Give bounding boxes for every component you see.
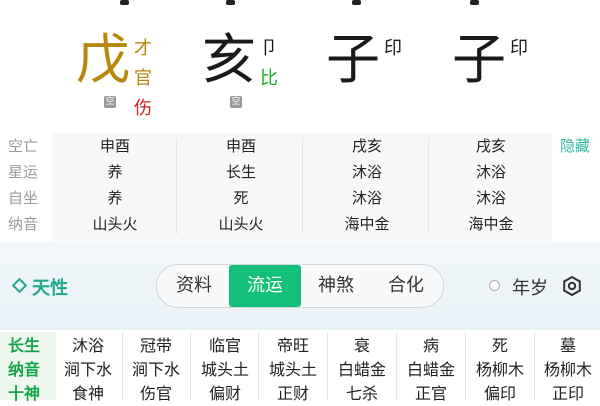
cut-off-char xyxy=(352,0,361,5)
pillar-day[interactable]: 子 印 xyxy=(326,28,446,126)
grid-cell: 临官 xyxy=(208,336,241,355)
info-label-nayin: 纳音 xyxy=(8,215,39,233)
grid-cell: 正官 xyxy=(414,384,447,403)
info-cell: 沐浴 xyxy=(351,189,382,207)
info-cell: 申酉 xyxy=(99,137,130,155)
info-cell: 戌亥 xyxy=(351,137,382,155)
grid-cell: 沐浴 xyxy=(71,336,104,355)
row-label-changsheng: 长生 xyxy=(8,336,41,355)
grid-cell: 衰 xyxy=(353,336,370,355)
column-divider xyxy=(176,138,177,234)
pillar-stem: 戊 xyxy=(76,28,130,91)
grid-cell: 杨柳木 xyxy=(475,360,524,379)
info-cell: 沐浴 xyxy=(351,163,382,181)
grid-cell: 帝旺 xyxy=(276,336,309,355)
info-cell: 海中金 xyxy=(468,215,514,233)
column-divider xyxy=(302,138,303,234)
cut-off-char xyxy=(226,0,235,5)
column-divider xyxy=(428,138,429,234)
pillar-god: 印 xyxy=(510,38,528,59)
info-cell: 养 xyxy=(107,189,123,207)
info-cell: 戌亥 xyxy=(475,137,506,155)
grid-cell: 七杀 xyxy=(345,384,378,403)
kong-badge: 空 xyxy=(104,96,116,108)
pillar-god: 才 xyxy=(134,38,152,59)
tab-liuyun[interactable]: 流运 xyxy=(229,265,301,307)
pillar-year[interactable]: 戊 才 官 空 伤 xyxy=(76,28,196,126)
grid-cell: 白蜡金 xyxy=(406,360,455,379)
grid-cell: 涧下水 xyxy=(63,360,112,379)
row-label-shishen: 十神 xyxy=(8,384,41,403)
pillar-stem: 亥 xyxy=(202,28,256,91)
pillar-month[interactable]: 亥 卩 比 空 xyxy=(202,28,322,126)
info-cell: 长生 xyxy=(225,163,256,181)
tianxing-link[interactable]: 天性 xyxy=(12,274,68,300)
info-cell: 沐浴 xyxy=(475,189,506,207)
info-label-xingyun: 星运 xyxy=(8,163,39,181)
grid-cell: 偏财 xyxy=(208,384,241,403)
grid-cell: 食神 xyxy=(71,384,104,403)
info-cell: 申酉 xyxy=(225,137,256,155)
grid-cell: 伤官 xyxy=(139,384,172,403)
pillar-hidden-god: 伤 xyxy=(134,98,152,119)
year-radio[interactable] xyxy=(489,280,500,291)
grid-cell: 正财 xyxy=(276,384,309,403)
grid-cell: 墓 xyxy=(559,336,576,355)
pillar-stem: 子 xyxy=(326,28,380,91)
info-cell: 养 xyxy=(107,163,123,181)
pillar-god: 印 xyxy=(384,38,402,59)
cut-off-char xyxy=(470,0,479,5)
tab-ziliao[interactable]: 资料 xyxy=(161,265,227,307)
grid-cell: 杨柳木 xyxy=(543,360,592,379)
info-label-kongwang: 空亡 xyxy=(8,137,39,155)
grid-cell: 冠带 xyxy=(139,336,172,355)
tab-shensha[interactable]: 神煞 xyxy=(303,265,369,307)
grid-cell: 正印 xyxy=(551,384,584,403)
grid-cell: 城头土 xyxy=(268,360,317,379)
grid-cell: 偏印 xyxy=(483,384,516,403)
pillar-hour[interactable]: 子 印 xyxy=(452,28,572,126)
settings-icon[interactable] xyxy=(562,276,582,296)
pillar-god: 卩 xyxy=(260,38,278,59)
grid-cell: 白蜡金 xyxy=(337,360,386,379)
cut-off-char xyxy=(120,0,129,5)
kong-badge: 空 xyxy=(230,96,242,108)
info-label-zizuo: 自坐 xyxy=(8,189,39,207)
info-cell: 沐浴 xyxy=(475,163,506,181)
segmented-tabs: 资料 流运 神煞 合化 xyxy=(156,264,444,308)
grid-cell: 死 xyxy=(491,336,508,355)
grid-cell: 城头土 xyxy=(200,360,249,379)
pillar-stem: 子 xyxy=(452,28,506,91)
pillar-god: 官 xyxy=(134,68,152,89)
grid-cell: 涧下水 xyxy=(131,360,180,379)
hide-link[interactable]: 隐藏 xyxy=(560,135,590,156)
info-cell: 山头火 xyxy=(92,215,138,233)
pillar-hidden-god: 比 xyxy=(260,68,278,89)
tab-hehua[interactable]: 合化 xyxy=(373,265,439,307)
row-label-nayin: 纳音 xyxy=(8,360,41,379)
info-cell: 海中金 xyxy=(344,215,390,233)
grid-cell: 病 xyxy=(422,336,439,355)
info-cell: 山头火 xyxy=(218,215,264,233)
info-cell: 死 xyxy=(233,189,249,207)
year-label[interactable]: 年岁 xyxy=(512,274,548,300)
